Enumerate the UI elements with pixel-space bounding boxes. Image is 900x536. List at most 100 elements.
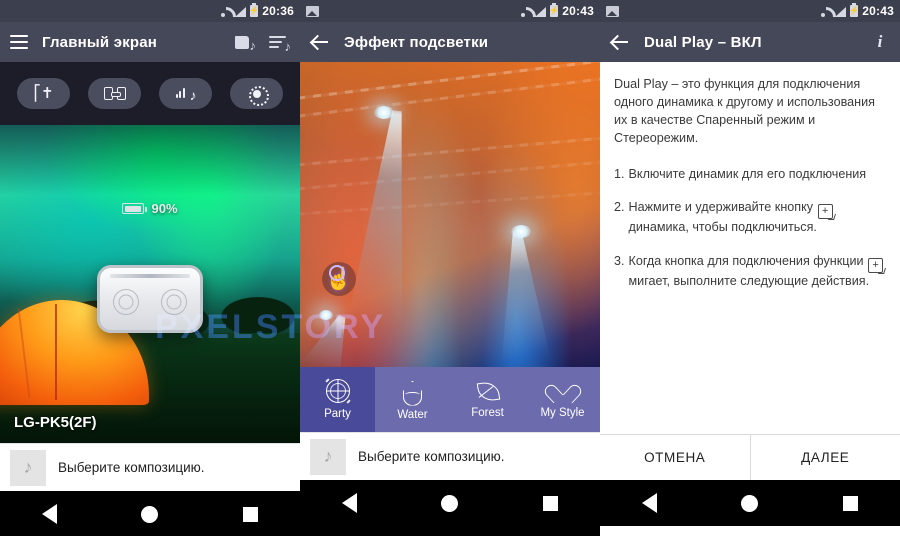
tap-ripple [329, 265, 345, 281]
device-name-label: LG-PK5(2F) [14, 414, 97, 431]
quick-actions-row: ⎡✝ [0, 62, 300, 125]
hamburger-icon[interactable] [10, 35, 28, 49]
brightness-icon [248, 85, 269, 106]
step-number: 1. [614, 166, 625, 181]
wifi-icon [516, 6, 530, 17]
speaker-driver-left [113, 289, 139, 315]
disco-ball-icon [325, 379, 350, 403]
folder-music-icon[interactable] [235, 34, 256, 53]
bluetooth-icon: ⎡✝ [33, 85, 54, 102]
panel-lighting-effect: 20:43 Эффект подсветки ☝ [300, 0, 600, 536]
cancel-button[interactable]: ОТМЕНА [600, 435, 750, 480]
status-time: 20:43 [862, 4, 894, 18]
playlist-music-icon[interactable] [269, 34, 291, 54]
system-nav-bar-1 [0, 491, 300, 536]
intro-text: Dual Play – это функция для подключения … [614, 77, 875, 145]
dialog-actions: ОТМЕНА ДАЛЕЕ [600, 434, 900, 480]
wifi-icon [216, 6, 230, 17]
spotlight-lamp [374, 106, 394, 119]
signal-icon [234, 6, 247, 17]
device-battery: 90% [0, 201, 300, 216]
tab-party[interactable]: Party [300, 367, 375, 432]
system-nav-bar-2 [300, 480, 600, 526]
spotlight-lamp [511, 225, 531, 238]
back-arrow-icon[interactable] [310, 32, 330, 52]
panel-home-screen: 20:36 Главный экран ⎡✝ [0, 0, 300, 536]
status-time: 20:36 [262, 4, 294, 18]
equalizer-music-icon [175, 86, 197, 103]
battery-icon [122, 203, 148, 214]
speaker-driver-right [161, 289, 187, 315]
status-bar-1: 20:36 [0, 0, 300, 22]
instruction-step-3: 3. Когда кнопка для подключения функции … [614, 253, 886, 291]
page-title: Эффект подсветки [344, 33, 489, 51]
tap-hand-icon: ☝ [322, 262, 356, 296]
tab-forest[interactable]: Forest [450, 367, 525, 432]
info-icon[interactable]: i [870, 32, 890, 52]
dual-play-icon [103, 87, 126, 100]
signal-icon [534, 6, 547, 17]
wifi-icon [816, 6, 830, 17]
step-text-cont: динамика, чтобы подключиться. [628, 220, 817, 235]
battery-charging-icon [550, 3, 559, 17]
now-playing-text: Выберите композицию. [358, 449, 505, 464]
battery-percent: 90% [151, 201, 178, 216]
tab-water[interactable]: Water [375, 367, 450, 432]
stage-lights-artwork: ☝ [300, 62, 600, 367]
stage-background [300, 62, 600, 367]
back-triangle-icon[interactable] [342, 493, 358, 513]
tab-label: My Style [540, 407, 585, 419]
instruction-step-1: 1. Включите динамик для его подключения [614, 166, 886, 184]
now-playing-bar-2[interactable]: ♪ Выберите композицию. [300, 432, 600, 480]
step-text-cont: мигает, выполните следующие действия. [628, 274, 870, 289]
dual-play-button-icon: + [868, 258, 884, 274]
step-number: 3. [614, 254, 625, 269]
home-circle-icon[interactable] [441, 494, 459, 512]
image-icon [606, 5, 619, 17]
app-bar-3: Dual Play – ВКЛ i [600, 22, 900, 62]
step-text: Включите динамик для его подключения [628, 166, 867, 181]
tab-label: Party [324, 408, 351, 420]
step-text: Нажмите и удерживайте кнопку [628, 200, 814, 215]
image-icon [306, 5, 319, 17]
app-bar-2: Эффект подсветки [300, 22, 600, 62]
speaker-device-image[interactable] [97, 265, 203, 333]
back-arrow-icon[interactable] [610, 32, 630, 52]
quick-action-dual-play[interactable] [88, 78, 141, 109]
app-bar-1: Главный экран [0, 22, 300, 62]
recents-square-icon[interactable] [842, 495, 858, 511]
step-number: 2. [614, 200, 625, 215]
effect-tab-bar: Party Water Forest My Style [300, 367, 600, 432]
page-title: Главный экран [42, 33, 158, 51]
page-title: Dual Play – ВКЛ [644, 33, 762, 51]
recents-square-icon[interactable] [242, 506, 258, 522]
status-bar-3: 20:43 [600, 0, 900, 22]
next-button[interactable]: ДАЛЕЕ [749, 435, 900, 480]
sky-glow [0, 125, 300, 195]
instruction-step-2: 2. Нажмите и удерживайте кнопку + динами… [614, 199, 886, 237]
quick-action-bluetooth[interactable]: ⎡✝ [17, 78, 70, 109]
home-circle-icon[interactable] [141, 505, 159, 523]
system-nav-bar-3 [600, 480, 900, 526]
quick-action-lighting[interactable] [230, 78, 283, 109]
tab-label: Water [397, 408, 428, 421]
recents-square-icon[interactable] [542, 495, 558, 511]
home-circle-icon[interactable] [741, 494, 759, 512]
battery-charging-icon [850, 3, 859, 17]
back-triangle-icon[interactable] [642, 493, 658, 513]
three-panel-screenshot: 20:36 Главный экран ⎡✝ [0, 0, 900, 536]
tab-label: Forest [471, 407, 504, 419]
now-playing-bar-1[interactable]: ♪ Выберите композицию. [0, 443, 300, 491]
water-drop-icon [403, 379, 422, 404]
panel-dual-play: 20:43 Dual Play – ВКЛ i Dual Play – это … [600, 0, 900, 536]
battery-charging-icon [250, 3, 259, 17]
back-triangle-icon[interactable] [42, 504, 58, 524]
dual-play-instructions: Dual Play – это функция для подключения … [600, 62, 900, 434]
quick-action-sound-effect[interactable] [159, 78, 212, 109]
tab-my-style[interactable]: My Style [525, 367, 600, 432]
signal-icon [834, 6, 847, 17]
device-artwork: 90% LG-PK5(2F) [0, 125, 300, 443]
music-note-icon: ♪ [10, 449, 46, 486]
heart-icon [551, 380, 575, 402]
leaf-icon [476, 380, 500, 402]
